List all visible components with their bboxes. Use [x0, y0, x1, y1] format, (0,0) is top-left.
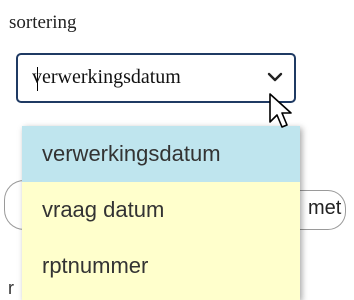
option-rptnummer[interactable]: rptnummer: [22, 238, 300, 294]
mouse-pointer-icon: [269, 93, 292, 128]
background-pill-left: [4, 180, 24, 230]
background-pill-text: met: [308, 197, 342, 219]
background-pill-met[interactable]: met: [300, 190, 346, 230]
sort-options-list: verwerkingsdatum vraag datum rptnummer: [22, 126, 300, 300]
sort-select[interactable]: verwerkingsdatum: [16, 53, 296, 103]
sort-label: sortering: [9, 12, 77, 33]
chevron-down-icon: [267, 72, 283, 82]
sort-select-value: verwerkingsdatum: [32, 66, 181, 88]
background-partial-text: r: [8, 278, 14, 298]
option-verwerkingsdatum[interactable]: verwerkingsdatum: [22, 126, 300, 182]
option-vraag-datum[interactable]: vraag datum: [22, 182, 300, 238]
